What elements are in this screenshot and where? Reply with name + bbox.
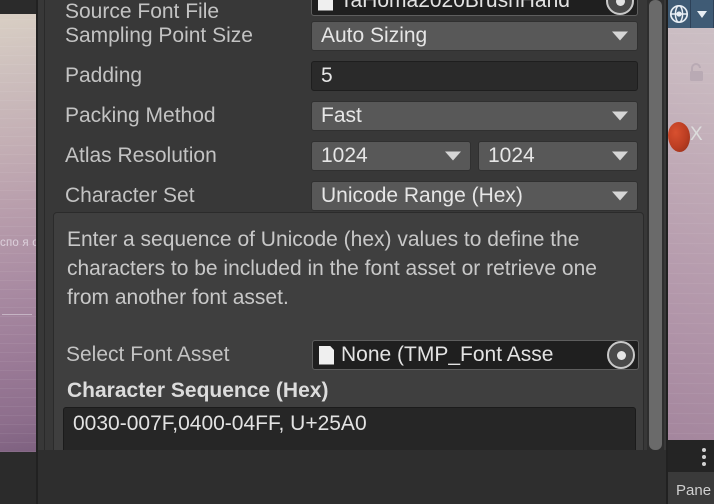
chevron-down-icon	[612, 111, 628, 121]
lock-icon	[686, 62, 706, 89]
globe-icon[interactable]	[668, 0, 691, 28]
dropdown-character-set[interactable]: Unicode Range (Hex)	[311, 181, 638, 211]
label-atlas-resolution: Atlas Resolution	[65, 144, 217, 167]
row-atlas-resolution: Atlas Resolution 1024 1024	[53, 136, 653, 176]
marker-label-x: X	[690, 124, 703, 145]
chevron-down-icon	[445, 151, 461, 161]
background-right-pane-label: Pane	[676, 482, 712, 499]
red-marker-shape	[668, 122, 690, 152]
screen-root: спо я об лов ук tp:// X P	[0, 0, 714, 504]
value-packing-method: Fast	[321, 104, 362, 127]
property-list: Source Font File TaHoma2020BrushHand Sam…	[53, 0, 653, 216]
row-padding: Padding 5	[53, 56, 653, 96]
dropdown-atlas-width[interactable]: 1024	[311, 141, 471, 171]
value-padding: 5	[321, 64, 333, 87]
chevron-down-icon[interactable]	[691, 0, 714, 28]
value-character-set: Unicode Range (Hex)	[321, 184, 523, 207]
chevron-down-icon	[612, 31, 628, 41]
overflow-menu-icon[interactable]	[702, 448, 706, 466]
label-select-font-asset: Select Font Asset	[66, 343, 230, 366]
document-icon	[318, 0, 333, 11]
font-asset-creator-window: Source Font File TaHoma2020BrushHand Sam…	[36, 0, 668, 504]
value-atlas-height: 1024	[488, 144, 535, 167]
label-character-set: Character Set	[65, 184, 195, 207]
value-sampling-point-size: Auto Sizing	[321, 24, 428, 47]
chevron-down-icon	[612, 151, 628, 161]
background-right-bottom-strip	[668, 440, 714, 472]
value-atlas-width: 1024	[321, 144, 368, 167]
input-padding[interactable]: 5	[311, 61, 638, 91]
vertical-scrollbar[interactable]	[647, 0, 664, 450]
help-text: Enter a sequence of Unicode (hex) values…	[67, 228, 597, 309]
background-left-bottom-strip	[0, 452, 36, 504]
label-padding: Padding	[65, 64, 143, 87]
background-right-toolbar	[668, 0, 714, 28]
value-source-font-file: TaHoma2020BrushHand	[340, 0, 570, 12]
row-packing-method: Packing Method Fast	[53, 96, 653, 136]
background-left-text: спо я об лов ук tp://	[0, 237, 36, 249]
dropdown-atlas-height[interactable]: 1024	[478, 141, 638, 171]
value-select-font-asset: None (TMP_Font Asse	[341, 343, 554, 366]
background-window-left[interactable]: спо я об лов ук tp://	[0, 14, 36, 452]
label-sampling-point-size: Sampling Point Size	[65, 24, 253, 47]
row-select-font-asset: Select Font Asset None (TMP_Font Asse	[54, 335, 643, 375]
field-select-font-asset[interactable]: None (TMP_Font Asse	[312, 340, 639, 370]
dropdown-packing-method[interactable]: Fast	[311, 101, 638, 131]
row-character-set: Character Set Unicode Range (Hex)	[53, 176, 653, 216]
row-sampling-point-size: Sampling Point Size Auto Sizing	[53, 16, 653, 56]
window-bottom-strip	[36, 450, 668, 504]
field-source-font-file[interactable]: TaHoma2020BrushHand	[311, 0, 638, 16]
background-left-divider	[2, 314, 32, 315]
document-icon	[319, 345, 334, 365]
scrollbar-thumb[interactable]	[649, 0, 662, 450]
inspector-panel: Source Font File TaHoma2020BrushHand Sam…	[44, 0, 664, 504]
chevron-down-icon	[612, 191, 628, 201]
row-source-font-file: Source Font File TaHoma2020BrushHand	[53, 0, 653, 23]
label-packing-method: Packing Method	[65, 104, 216, 127]
dropdown-sampling-point-size[interactable]: Auto Sizing	[311, 21, 638, 51]
label-character-sequence: Character Sequence (Hex)	[67, 379, 329, 402]
object-picker-button[interactable]	[607, 341, 635, 369]
